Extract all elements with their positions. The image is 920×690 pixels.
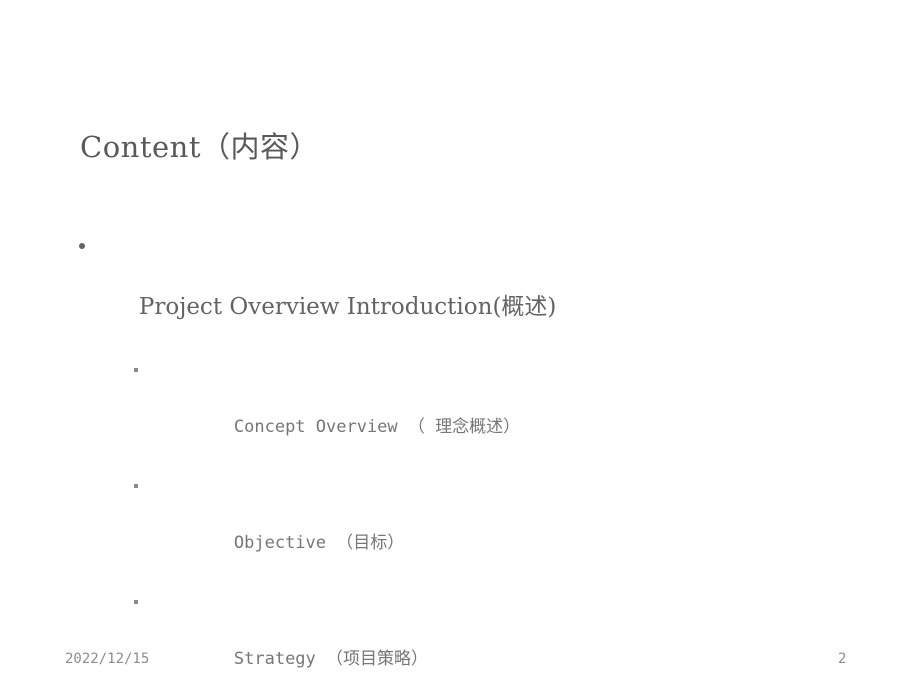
page-title: Content（内容）	[80, 130, 319, 164]
list-item-label: Strategy （项目策略）	[233, 649, 429, 669]
list-item-label: Concept Overview （ 理念概述）	[233, 417, 521, 437]
small-square-bullet-icon	[134, 368, 138, 372]
list-item-level2: Strategy （项目策略）	[78, 587, 858, 690]
list-item-level2: Objective （目标）	[78, 471, 858, 587]
list-item-level2: Concept Overview （ 理念概述）	[78, 355, 858, 471]
presentation-slide: Content（内容） Project Overview Introductio…	[0, 0, 920, 690]
list-item-label: Objective （目标）	[233, 533, 405, 553]
sub-list: Concept Overview （ 理念概述） Objective （目标） …	[78, 355, 858, 690]
content-outline-list: Project Overview Introduction(概述) Concep…	[78, 232, 858, 690]
round-bullet-icon	[79, 243, 85, 249]
small-square-bullet-icon	[134, 484, 138, 488]
list-item-level1: Project Overview Introduction(概述)	[78, 232, 858, 352]
list-item-label: Project Overview Introduction(概述)	[138, 294, 557, 320]
footer-page-number: 2	[838, 651, 847, 667]
footer-date: 2022/12/15	[65, 651, 150, 667]
small-square-bullet-icon	[134, 600, 138, 604]
